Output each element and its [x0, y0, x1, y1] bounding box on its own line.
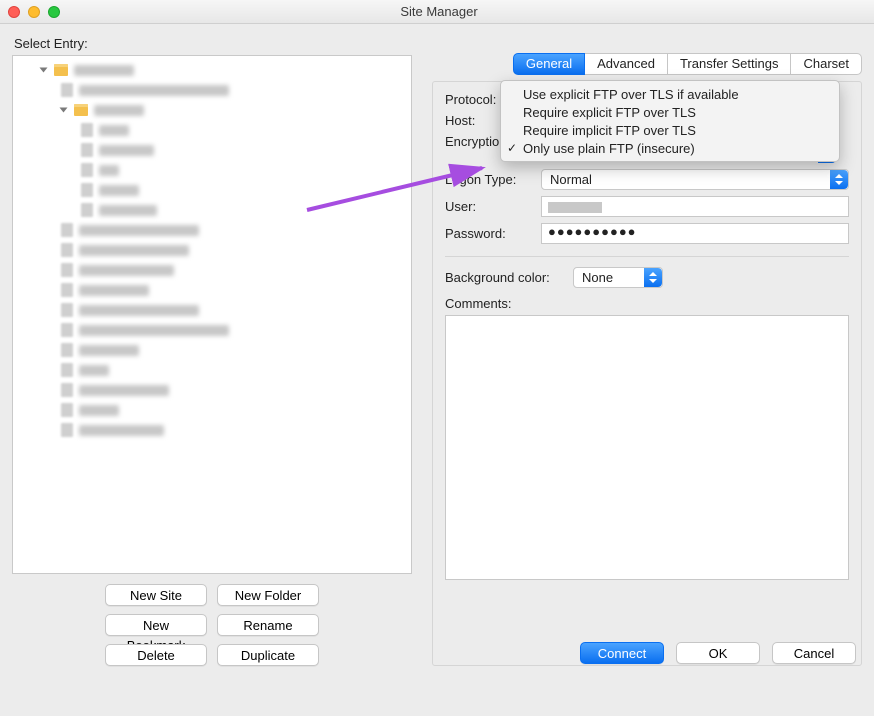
rename-button[interactable]: Rename: [217, 614, 319, 636]
tree-item[interactable]: [15, 240, 409, 260]
comments-textarea[interactable]: [445, 315, 849, 580]
tree-item[interactable]: [15, 80, 409, 100]
tab-charset[interactable]: Charset: [790, 53, 862, 75]
site-icon: [61, 423, 73, 437]
window-title: Site Manager: [60, 4, 818, 19]
tree-item[interactable]: [15, 360, 409, 380]
logon-type-label: Logon Type:: [445, 172, 533, 187]
tree-item[interactable]: [15, 200, 409, 220]
site-icon: [61, 403, 73, 417]
site-icon: [61, 83, 73, 97]
dialog-buttons: Connect OK Cancel: [580, 642, 856, 664]
tree-item[interactable]: [15, 400, 409, 420]
tree-folder[interactable]: [15, 60, 409, 80]
background-color-select[interactable]: None: [573, 267, 663, 288]
tree-item[interactable]: [15, 140, 409, 160]
tab-transfer-settings[interactable]: Transfer Settings: [667, 53, 792, 75]
site-icon: [81, 203, 93, 217]
updown-caret-icon: [644, 268, 662, 287]
window-controls: [8, 6, 60, 18]
tree-item[interactable]: [15, 120, 409, 140]
site-icon: [61, 303, 73, 317]
new-folder-button[interactable]: New Folder: [217, 584, 319, 606]
encryption-option-2[interactable]: Require implicit FTP over TLS: [501, 121, 839, 139]
site-icon: [61, 223, 73, 237]
tree-item[interactable]: [15, 180, 409, 200]
site-icon: [61, 243, 73, 257]
tree-folder[interactable]: [15, 100, 409, 120]
tab-general[interactable]: General: [513, 53, 585, 75]
encryption-dropdown-popup[interactable]: Use explicit FTP over TLS if available R…: [500, 80, 840, 162]
tabbar: General Advanced Transfer Settings Chars…: [432, 53, 862, 75]
site-icon: [81, 123, 93, 137]
delete-button[interactable]: Delete: [105, 644, 207, 666]
tree-item[interactable]: [15, 340, 409, 360]
encryption-option-0[interactable]: Use explicit FTP over TLS if available: [501, 85, 839, 103]
tree-item[interactable]: [15, 420, 409, 440]
tree-item[interactable]: [15, 220, 409, 240]
site-tree[interactable]: [12, 55, 412, 574]
encryption-option-1[interactable]: Require explicit FTP over TLS: [501, 103, 839, 121]
site-icon: [61, 283, 73, 297]
tree-item[interactable]: [15, 380, 409, 400]
site-icon: [61, 363, 73, 377]
new-site-button[interactable]: New Site: [105, 584, 207, 606]
background-color-value: None: [582, 270, 613, 285]
tree-item[interactable]: [15, 260, 409, 280]
tree-item[interactable]: [15, 280, 409, 300]
select-entry-label: Select Entry:: [14, 36, 862, 51]
site-icon: [61, 263, 73, 277]
new-bookmark-button[interactable]: New Bookmark: [105, 614, 207, 636]
site-actions-grid: New Site New Folder New Bookmark Rename …: [12, 584, 412, 666]
updown-caret-icon: [830, 170, 848, 189]
password-label: Password:: [445, 226, 533, 241]
site-icon: [61, 323, 73, 337]
tab-advanced[interactable]: Advanced: [584, 53, 668, 75]
background-color-label: Background color:: [445, 270, 565, 285]
folder-icon: [74, 104, 88, 116]
user-input[interactable]: [541, 196, 849, 217]
tree-item[interactable]: [15, 300, 409, 320]
zoom-dot-icon[interactable]: [48, 6, 60, 18]
ok-button[interactable]: OK: [676, 642, 760, 664]
site-icon: [61, 343, 73, 357]
general-form: Protocol: Host: Encryption: Logon T: [432, 81, 862, 666]
minimize-dot-icon[interactable]: [28, 6, 40, 18]
folder-icon: [54, 64, 68, 76]
connect-button[interactable]: Connect: [580, 642, 664, 664]
duplicate-button[interactable]: Duplicate: [217, 644, 319, 666]
password-input[interactable]: ●●●●●●●●●●: [541, 223, 849, 244]
close-dot-icon[interactable]: [8, 6, 20, 18]
site-icon: [61, 383, 73, 397]
cancel-button[interactable]: Cancel: [772, 642, 856, 664]
site-icon: [81, 163, 93, 177]
tree-item[interactable]: [15, 160, 409, 180]
chevron-down-icon[interactable]: [60, 108, 68, 113]
comments-label: Comments:: [445, 296, 849, 311]
user-label: User:: [445, 199, 533, 214]
tree-item[interactable]: [15, 320, 409, 340]
encryption-option-3[interactable]: Only use plain FTP (insecure): [501, 139, 839, 157]
logon-type-value: Normal: [550, 172, 592, 187]
left-pane: New Site New Folder New Bookmark Rename …: [12, 55, 412, 666]
site-icon: [81, 183, 93, 197]
titlebar: Site Manager: [0, 0, 874, 24]
separator: [445, 256, 849, 257]
chevron-down-icon[interactable]: [40, 68, 48, 73]
site-icon: [81, 143, 93, 157]
logon-type-select[interactable]: Normal: [541, 169, 849, 190]
